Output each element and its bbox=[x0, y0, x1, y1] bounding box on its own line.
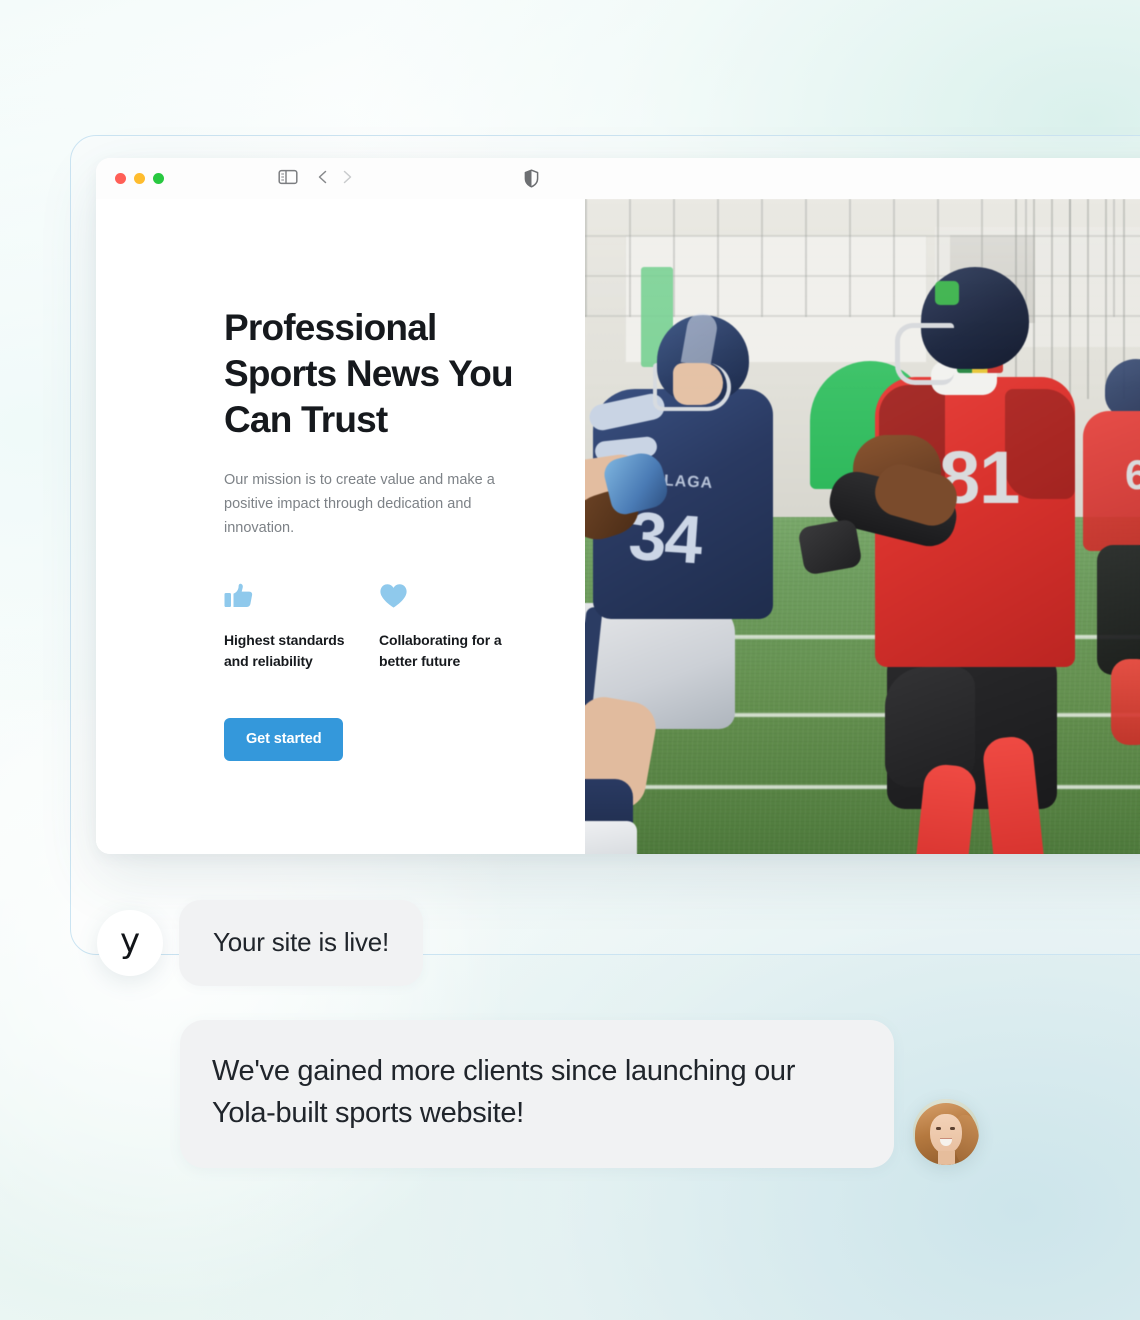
feature-item-collaboration: Collaborating for a better future bbox=[379, 582, 534, 672]
avatar-eye bbox=[936, 1127, 941, 1130]
window-controls bbox=[115, 173, 164, 184]
photo-overlay bbox=[585, 199, 1140, 854]
hero-photo-football: 6 MALAGA 34 bbox=[585, 199, 1140, 854]
browser-toolbar bbox=[96, 158, 1140, 200]
website-preview: Professional Sports News You Can Trust O… bbox=[96, 199, 1140, 854]
chat-bubble-testimonial: We've gained more clients since launchin… bbox=[180, 1020, 894, 1168]
hero-text-column: Professional Sports News You Can Trust O… bbox=[96, 199, 585, 854]
minimize-window-button[interactable] bbox=[134, 173, 145, 184]
client-photo-avatar bbox=[913, 1099, 979, 1165]
privacy-shield-icon[interactable] bbox=[524, 169, 539, 193]
feature-item-standards: Highest standards and reliability bbox=[224, 582, 379, 672]
close-window-button[interactable] bbox=[115, 173, 126, 184]
chevron-left-icon[interactable] bbox=[315, 168, 331, 191]
sidebar-icon[interactable] bbox=[278, 168, 298, 191]
browser-window: editor.yola.com Professional Sports News… bbox=[96, 158, 1140, 854]
page-title: Professional Sports News You Can Trust bbox=[224, 307, 514, 440]
maximize-window-button[interactable] bbox=[153, 173, 164, 184]
feature-label: Collaborating for a better future bbox=[379, 632, 502, 669]
chat-bubble-status: Your site is live! bbox=[179, 900, 424, 986]
avatar-eye bbox=[950, 1127, 955, 1130]
get-started-button[interactable]: Get started bbox=[224, 718, 344, 761]
chevron-right-icon[interactable] bbox=[339, 168, 355, 191]
thumbs-up-icon bbox=[224, 582, 379, 610]
yola-logo-avatar: y bbox=[97, 909, 163, 976]
yola-logo-mark: y bbox=[119, 921, 141, 962]
feature-label: Highest standards and reliability bbox=[224, 632, 345, 669]
feature-list: Highest standards and reliability Collab… bbox=[224, 582, 534, 672]
hero-subtext: Our mission is to create value and make … bbox=[224, 472, 495, 536]
hero-copy: Professional Sports News You Can Trust O… bbox=[224, 305, 534, 761]
avatar-face bbox=[930, 1114, 962, 1154]
avatar-neck bbox=[938, 1151, 955, 1165]
chat-message-row: y Your site is live! bbox=[97, 900, 424, 986]
chat-message-row: We've gained more clients since launchin… bbox=[180, 1020, 979, 1168]
heart-icon bbox=[379, 582, 534, 610]
